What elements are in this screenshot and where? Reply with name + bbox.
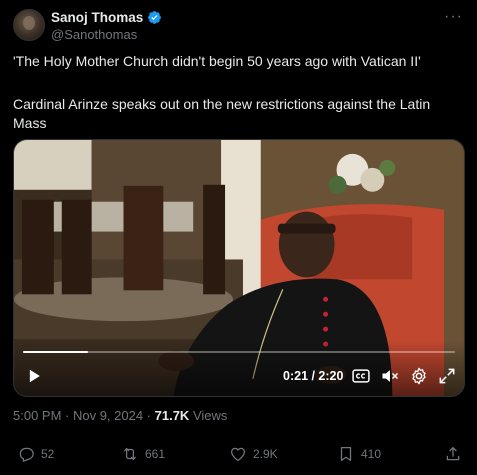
tweet: Sanoj Thomas @Sanothomas ··· 'The Holy M… — [0, 0, 477, 475]
video-time: 0:21 / 2:20 — [283, 369, 344, 383]
mute-icon[interactable] — [380, 366, 400, 386]
like-count: 2.9K — [253, 447, 278, 461]
views-label: Views — [189, 408, 228, 423]
bookmark-button[interactable]: 410 — [337, 445, 381, 463]
reply-button[interactable]: 52 — [17, 445, 54, 463]
avatar[interactable] — [13, 9, 45, 41]
views-count: 71.7K — [154, 408, 190, 423]
video-progress-fill — [23, 351, 88, 353]
like-button[interactable]: 2.9K — [229, 445, 278, 463]
heart-icon — [230, 447, 246, 462]
tweet-text-line1: 'The Holy Mother Church didn't begin 50 … — [13, 53, 421, 69]
repost-icon — [123, 447, 137, 461]
reply-count: 52 — [41, 447, 55, 461]
tweet-timestamp[interactable]: 5:00 PM · Nov 9, 2024 · — [13, 408, 155, 423]
author-name[interactable]: Sanoj Thomas — [51, 10, 143, 25]
repost-count: 661 — [145, 447, 166, 461]
video-progress-bar[interactable] — [23, 351, 455, 353]
captions-icon[interactable] — [351, 366, 371, 386]
play-icon[interactable] — [24, 366, 44, 386]
more-options-icon[interactable]: ··· — [444, 8, 463, 26]
tweet-text-line2: Cardinal Arinze speaks out on the new re… — [13, 96, 431, 131]
settings-icon[interactable] — [409, 366, 429, 386]
share-icon — [446, 446, 460, 461]
action-bar: 52 661 2.9K 410 — [0, 445, 477, 467]
author-name-row: Sanoj Thomas — [51, 10, 162, 25]
fullscreen-icon[interactable] — [437, 366, 457, 386]
repost-button[interactable]: 661 — [121, 445, 165, 463]
bookmark-count: 410 — [361, 447, 382, 461]
video-player[interactable]: 0:21 / 2:20 — [13, 139, 465, 397]
tweet-meta: 5:00 PM · Nov 9, 2024 · 71.7K Views — [13, 408, 227, 423]
verified-badge-icon — [148, 11, 162, 24]
author-handle[interactable]: @Sanothomas — [51, 27, 137, 42]
share-button[interactable] — [444, 445, 462, 463]
reply-icon — [19, 447, 34, 462]
bookmark-icon — [340, 446, 352, 462]
